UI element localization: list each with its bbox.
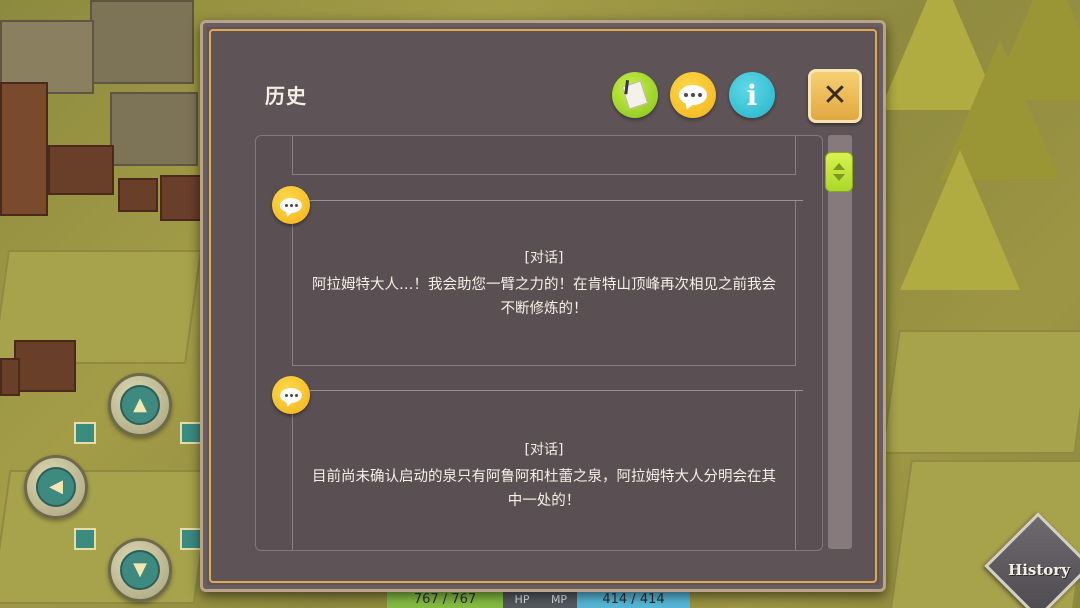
dpad-corner-marker — [180, 528, 202, 550]
pine-tree — [900, 150, 1020, 290]
pine-tree — [990, 0, 1080, 100]
wooden-crate — [160, 175, 202, 221]
entry-type-tag: [对话] — [524, 250, 564, 266]
scrollbar-thumb[interactable] — [825, 152, 853, 192]
dpad-corner-marker — [74, 528, 96, 550]
move-left-button[interactable]: ◀ — [24, 455, 88, 519]
history-button-label[interactable]: History — [1006, 561, 1072, 579]
mp-label: MP — [541, 590, 577, 608]
entry-text: 阿拉姆特大人…！我会助您一臂之力的！在肯特山顶峰再次相见之前我会不断修炼的！ — [312, 277, 776, 317]
chat-icon — [280, 197, 302, 213]
rock-block — [110, 92, 198, 166]
history-dialog: 历史 i ✕ [对话] 阿拉姆特大人…！我会助您一臂之力的！在肯特山顶峰再次相见… — [200, 20, 886, 592]
scrollbar-track[interactable] — [828, 135, 852, 549]
filter-notes-button[interactable] — [612, 72, 658, 118]
filter-dialogue-button[interactable] — [670, 72, 716, 118]
chat-icon — [280, 387, 302, 403]
arrow-up-icon — [833, 163, 845, 170]
filter-info-button[interactable]: i — [729, 72, 775, 118]
info-icon: i — [746, 78, 758, 112]
chevron-down-icon: ▼ — [120, 550, 160, 590]
chat-icon — [679, 85, 707, 105]
chevron-left-icon: ◀ — [36, 467, 76, 507]
dpad-corner-marker — [180, 422, 202, 444]
arrow-down-icon — [833, 174, 845, 181]
wooden-crate — [48, 145, 114, 195]
hp-value: 767 / 767 — [387, 590, 503, 608]
entry-text: 目前尚未确认启动的泉只有阿鲁阿和杜蕾之泉，阿拉姆特大人分明会在其中一处的！ — [312, 469, 776, 509]
rock-block — [90, 0, 194, 84]
grass-tile — [881, 330, 1080, 454]
mp-value: 414 / 414 — [577, 590, 690, 608]
dialog-title: 历史 — [265, 84, 307, 108]
chevron-up-icon: ▲ — [120, 385, 160, 425]
wooden-crate — [14, 340, 76, 392]
dialogue-badge — [272, 376, 310, 414]
close-icon: ✕ — [822, 78, 848, 113]
note-icon — [621, 80, 649, 110]
entry-type-tag: [对话] — [524, 442, 564, 458]
close-button[interactable]: ✕ — [808, 69, 862, 123]
dialogue-badge — [272, 186, 310, 224]
list-item: [对话] 阿拉姆特大人…！我会助您一臂之力的！在肯特山顶峰再次相见之前我会不断修… — [285, 200, 803, 366]
wooden-crate — [0, 82, 48, 216]
list-item-partial — [292, 136, 796, 175]
move-down-button[interactable]: ▼ — [108, 538, 172, 602]
wooden-crate — [118, 178, 158, 212]
history-list[interactable]: [对话] 阿拉姆特大人…！我会助您一臂之力的！在肯特山顶峰再次相见之前我会不断修… — [255, 135, 823, 551]
wooden-crate — [0, 358, 20, 396]
list-item: [对话] 目前尚未确认启动的泉只有阿鲁阿和杜蕾之泉，阿拉姆特大人分明会在其中一处… — [285, 390, 803, 550]
dpad-corner-marker — [74, 422, 96, 444]
hp-label: HP — [503, 590, 541, 608]
move-up-button[interactable]: ▲ — [108, 373, 172, 437]
